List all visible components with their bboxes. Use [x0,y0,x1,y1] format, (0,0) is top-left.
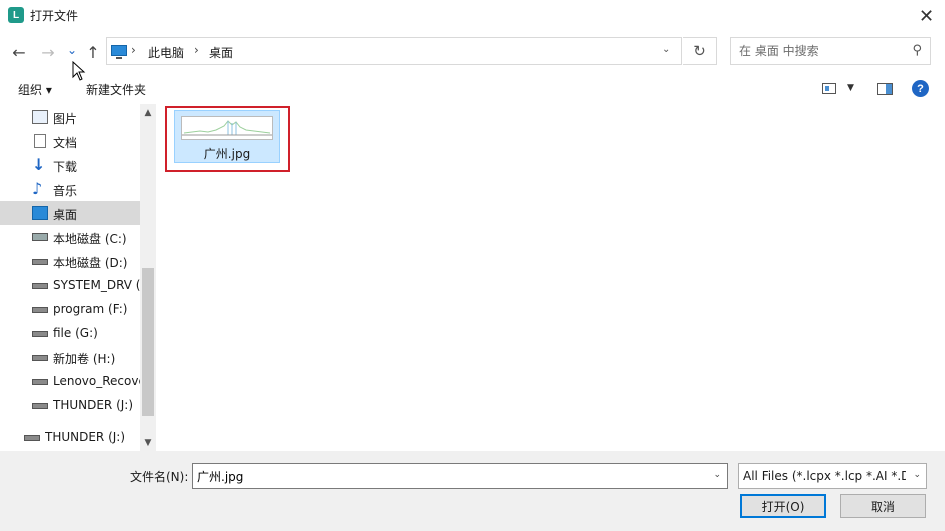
cancel-button[interactable]: 取消 [840,494,926,518]
open-button[interactable]: 打开(O) [740,494,826,518]
file-type-value: All Files (*.lcpx *.lcp *.AI *.DX [743,469,906,483]
window-title: 打开文件 [30,9,79,23]
sidebar-item-drive-e[interactable]: SYSTEM_DRV ( [0,273,140,297]
search-box[interactable]: ⚲ [730,37,931,65]
sidebar-item-label: program (F:) [53,302,128,316]
organize-button[interactable]: 组织 ▾ [18,81,52,98]
filename-combobox[interactable]: ⌄ [192,463,728,489]
title-bar: L 打开文件 ✕ [0,0,945,32]
sidebar-item-label: 本地磁盘 (D:) [53,256,128,270]
breadcrumb-desktop[interactable]: 桌面 [209,44,233,61]
sidebar-item-label: 本地磁盘 (C:) [53,232,127,246]
breadcrumb-separator: › [131,43,136,57]
sidebar-item-drive-j[interactable]: THUNDER (J:) [0,393,140,417]
desktop-icon [32,206,48,220]
drive-icon [24,435,40,441]
close-button[interactable]: ✕ [908,0,945,32]
help-icon[interactable]: ? [912,80,929,97]
sidebar-item-downloads[interactable]: ↓ 下载 [0,153,140,177]
app-icon-letter: L [12,9,20,21]
file-type-select[interactable]: All Files (*.lcpx *.lcp *.AI *.DX ⌄ [738,463,927,489]
address-bar[interactable]: › 此电脑 › 桌面 ⌄ [106,37,682,65]
scroll-down-icon[interactable]: ▼ [140,436,156,450]
file-name-label: 广州.jpg [203,147,251,161]
sidebar-item-documents[interactable]: 文档 [0,129,140,153]
sidebar-item-drive-g[interactable]: file (G:) [0,321,140,345]
thumbnail-graphic [182,120,272,136]
sidebar-item-label: SYSTEM_DRV ( [53,278,140,292]
sidebar-item-label: 图片 [53,112,78,126]
filename-label: 文件名(N): [130,470,189,484]
drive-icon [32,379,48,385]
up-button[interactable]: ↑ [83,42,103,62]
sidebar-item-desktop[interactable]: 桌面 [0,201,140,225]
sidebar-item-label: Lenovo_Recove [53,374,140,388]
sidebar-item-label: 音乐 [53,184,78,198]
toolbar: 组织 ▾ 新建文件夹 ▼ ? [0,76,945,104]
sidebar-item-label: file (G:) [53,326,98,340]
this-pc-icon [111,45,127,59]
chevron-down-icon[interactable]: ⌄ [913,470,921,480]
sidebar-item-label: 新加卷 (H:) [53,352,116,366]
refresh-button[interactable]: ↻ [683,37,717,65]
scrollbar-thumb[interactable] [142,268,154,416]
search-icon[interactable]: ⚲ [912,43,922,58]
recent-locations-button[interactable]: ⌄ [62,40,82,60]
sidebar-item-pictures[interactable]: 图片 [0,105,140,129]
view-options-icon[interactable] [822,83,836,94]
music-icon: ♪ [32,179,43,198]
sidebar-item-label: 桌面 [53,208,78,222]
sidebar-item-label: THUNDER (J:) [45,430,126,444]
sidebar-item-drive-i[interactable]: Lenovo_Recove [0,369,140,393]
navigation-pane: 图片 文档 ↓ 下载 ♪ 音乐 桌面 本地磁盘 (C:) 本地磁盘 (D:) S… [0,104,156,451]
scroll-up-icon[interactable]: ▲ [140,106,156,120]
file-item[interactable]: 广州.jpg [174,110,280,163]
sidebar-item-label: 下载 [53,160,78,174]
sidebar-item-drive-d[interactable]: 本地磁盘 (D:) [0,249,140,273]
sidebar-item-drive-c[interactable]: 本地磁盘 (C:) [0,225,140,249]
sidebar-item-drive-h[interactable]: 新加卷 (H:) [0,345,140,369]
drive-icon [32,403,48,409]
sidebar-item-label: 文档 [53,136,78,150]
system-drive-icon [32,233,48,241]
drive-icon [32,331,48,337]
filename-input[interactable] [197,468,697,484]
breadcrumb-separator: › [194,43,199,57]
back-button[interactable]: ← [9,42,29,62]
documents-icon [34,134,46,148]
drive-icon [32,283,48,289]
drive-icon [32,259,48,265]
view-dropdown-icon[interactable]: ▼ [847,83,854,93]
mouse-cursor-icon [72,61,86,81]
image-thumbnail [181,116,273,140]
sidebar-item-drive-f[interactable]: program (F:) [0,297,140,321]
new-folder-button[interactable]: 新建文件夹 [86,81,146,98]
app-icon: L [8,7,24,23]
chevron-down-icon[interactable]: ⌄ [662,44,670,55]
pictures-icon [32,110,48,124]
sidebar-item-music[interactable]: ♪ 音乐 [0,177,140,201]
search-input[interactable] [739,43,899,59]
preview-pane-icon[interactable] [877,83,893,95]
breadcrumb-this-pc[interactable]: 此电脑 [148,44,184,61]
chevron-down-icon[interactable]: ⌄ [713,470,721,480]
drive-icon [32,355,48,361]
sidebar-item-label: THUNDER (J:) [53,398,134,412]
forward-button[interactable]: → [38,42,58,62]
downloads-icon: ↓ [32,155,46,174]
drive-icon [32,307,48,313]
sidebar-item-network-drive-j[interactable]: THUNDER (J:) [0,425,140,449]
